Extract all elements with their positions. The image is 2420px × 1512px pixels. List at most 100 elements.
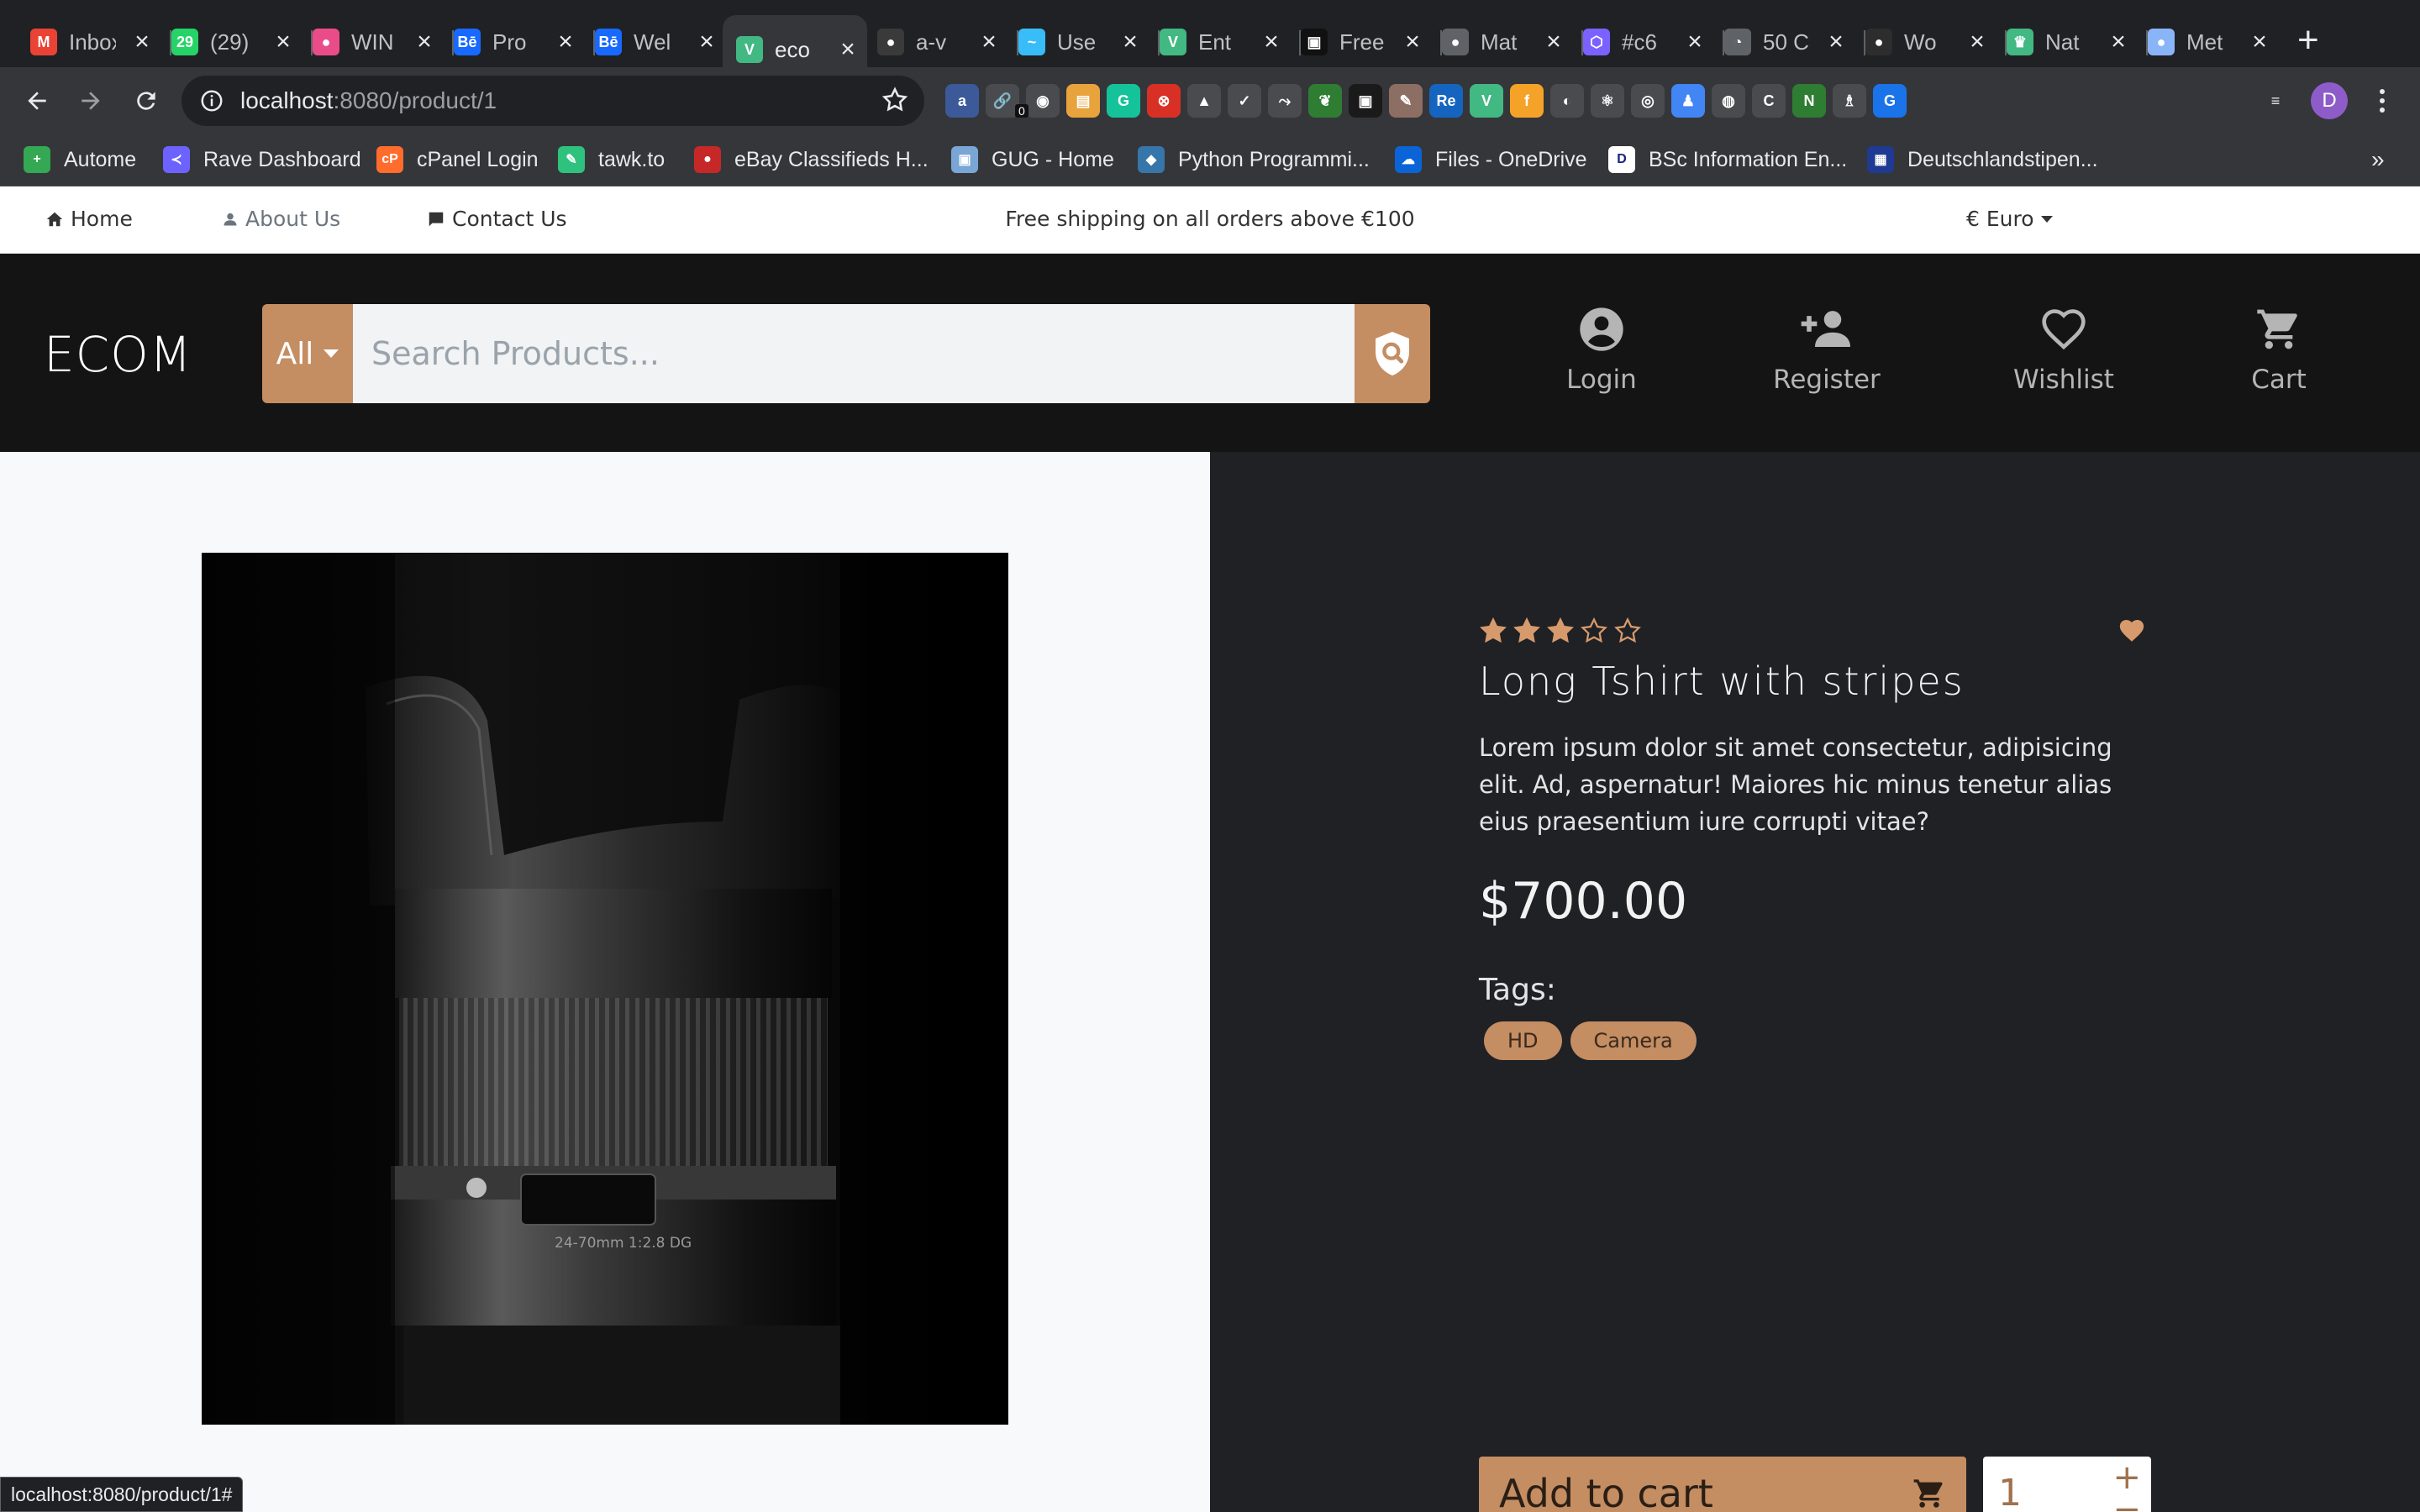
search-input[interactable] [353,304,1355,403]
new-tab-button[interactable]: + [2297,22,2319,59]
browser-extension-icon[interactable]: ♟ [1671,84,1705,118]
star-empty-icon[interactable] [1613,617,1642,645]
browser-tab[interactable]: V Ent × [1160,18,1282,66]
bookmark-item[interactable]: ≺ Rave Dashboard [163,143,361,176]
browser-extension-icon[interactable]: ◉ [1026,84,1060,118]
tag-pill[interactable]: Camera [1570,1021,1697,1060]
browser-extension-icon[interactable]: f [1510,84,1544,118]
close-tab-icon[interactable]: × [1543,28,1565,56]
browser-tab[interactable]: ~ Use × [1018,18,1141,66]
close-tab-icon[interactable]: × [131,28,153,56]
category-dropdown[interactable]: All [262,304,353,403]
browser-extension-icon[interactable]: ◐ [1550,84,1584,118]
browser-extension-icon[interactable]: ♗ [1833,84,1866,118]
close-tab-icon[interactable]: × [1966,28,1988,56]
register-link[interactable]: Register [1743,306,1911,395]
media-controls-icon[interactable]: ≡ [2259,84,2292,118]
browser-tab[interactable]: Bē Pro × [454,18,576,66]
browser-extension-icon[interactable]: G [1873,84,1907,118]
browser-extension-icon[interactable]: ✎ [1389,84,1423,118]
profile-avatar[interactable]: D [2311,82,2348,119]
add-to-wishlist-button[interactable] [2118,617,2146,648]
bookmark-item[interactable]: ◆ Python Programmi... [1138,143,1370,176]
close-tab-icon[interactable]: × [2107,28,2129,56]
product-details-panel: Long Tshirt with stripes Lorem ipsum dol… [1210,452,2420,1512]
browser-extension-icon[interactable]: ⚛ [1591,84,1624,118]
bookmark-item[interactable]: ▦ Deutschlandstipen... [1867,143,2098,176]
bookmark-item[interactable]: cP cPanel Login [376,143,539,176]
close-tab-icon[interactable]: × [413,28,435,56]
quantity-input[interactable]: 1 [1998,1472,2022,1512]
bookmark-star-icon[interactable] [881,86,909,118]
close-tab-icon[interactable]: × [696,28,718,56]
browser-tab[interactable]: 29 (29) × [171,18,294,66]
bookmark-item[interactable]: ☁ Files - OneDrive [1395,143,1587,176]
browser-extension-icon[interactable]: ⊗ [1147,84,1181,118]
browser-tab[interactable]: ◔ 50 C × [1724,18,1847,66]
browser-extension-icon[interactable]: ▲ [1187,84,1221,118]
caret-down-icon [2040,215,2053,223]
close-tab-icon[interactable]: × [978,28,1000,56]
browser-tab[interactable]: M Inbox × [30,18,153,66]
decrement-button[interactable]: − [2112,1490,2141,1512]
browser-extension-icon[interactable]: 🔗 [986,84,1019,118]
wishlist-link[interactable]: Wishlist [1980,306,2148,395]
close-tab-icon[interactable]: × [2249,28,2270,56]
address-bar[interactable]: localhost:8080/product/1 [182,76,924,126]
browser-extension-icon[interactable]: a [945,84,979,118]
site-logo[interactable]: ECOM [44,326,192,383]
browser-extension-icon[interactable]: N [1792,84,1826,118]
currency-dropdown[interactable]: € Euro [1966,207,2053,231]
bookmark-item[interactable]: ● eBay Classifieds H... [694,143,929,176]
close-tab-icon[interactable]: × [555,28,576,56]
add-to-cart-button[interactable]: Add to cart [1479,1457,1966,1512]
browser-extension-icon[interactable]: ⤳ [1268,84,1302,118]
reload-button[interactable] [126,81,166,121]
tag-pill[interactable]: HD [1484,1021,1562,1060]
star-filled-icon[interactable] [1546,617,1575,645]
browser-tab[interactable]: Bē Wel × [595,18,718,66]
browser-tab[interactable]: ● Met × [2148,18,2270,66]
browser-extension-icon[interactable]: V [1470,84,1503,118]
browser-tab[interactable]: ● Wo × [1865,18,1988,66]
forward-button[interactable] [71,81,111,121]
browser-tab[interactable]: ▣ Free × [1301,18,1423,66]
back-button[interactable] [17,81,57,121]
close-tab-icon[interactable]: × [837,35,859,64]
browser-tab[interactable]: ● WIN × [313,18,435,66]
star-empty-icon[interactable] [1580,617,1608,645]
browser-extension-icon[interactable]: Re [1429,84,1463,118]
close-tab-icon[interactable]: × [1119,28,1141,56]
star-filled-icon[interactable] [1512,617,1541,645]
bookmark-item[interactable]: D BSc Information En... [1608,143,1847,176]
chrome-menu-icon[interactable] [2370,82,2395,119]
close-tab-icon[interactable]: × [1260,28,1282,56]
star-filled-icon[interactable] [1479,617,1507,645]
browser-extension-icon[interactable]: ◍ [1712,84,1745,118]
heart-outline-icon [2042,309,2086,350]
site-info-icon[interactable] [195,84,229,118]
cart-link[interactable]: Cart [2195,306,2363,395]
browser-tab[interactable]: ● a-v × [877,18,1000,66]
browser-extension-icon[interactable]: G [1107,84,1140,118]
browser-tab[interactable]: ⬡ #c6 × [1583,18,1706,66]
browser-extension-icon[interactable]: ❦ [1308,84,1342,118]
close-tab-icon[interactable]: × [1684,28,1706,56]
more-bookmarks-icon[interactable]: » [2371,146,2385,173]
close-tab-icon[interactable]: × [272,28,294,56]
bookmark-item[interactable]: ▣ GUG - Home [951,143,1114,176]
browser-extension-icon[interactable]: C [1752,84,1786,118]
browser-tab[interactable]: ● Mat × [1442,18,1565,66]
browser-extension-icon[interactable]: ▣ [1349,84,1382,118]
browser-tab[interactable]: ♛ Nat × [2007,18,2129,66]
grid-icon: ▦ [1867,146,1894,173]
browser-extension-icon[interactable]: ✓ [1228,84,1261,118]
close-tab-icon[interactable]: × [1825,28,1847,56]
close-tab-icon[interactable]: × [1402,28,1423,56]
login-link[interactable]: Login [1518,306,1686,395]
browser-extension-icon[interactable]: ▤ [1066,84,1100,118]
browser-extension-icon[interactable]: ◎ [1631,84,1665,118]
bookmark-item[interactable]: + Autome [24,143,136,176]
search-button[interactable] [1355,304,1430,403]
bookmark-item[interactable]: ✎ tawk.to [558,143,665,176]
